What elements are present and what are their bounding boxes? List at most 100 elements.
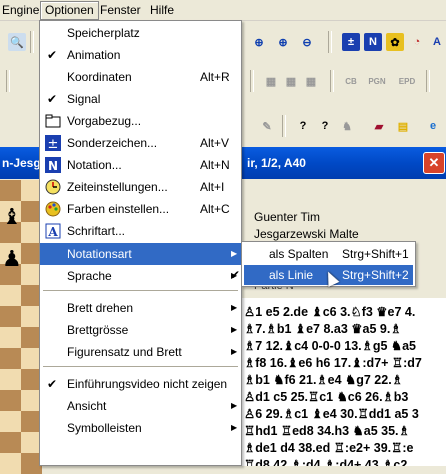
help-icon[interactable]: ?: [294, 117, 312, 135]
menu-item-label: Farben einstellen...: [67, 202, 170, 216]
menu-item-koordinaten[interactable]: Koordinaten Alt+R: [40, 66, 241, 88]
menu-fenster[interactable]: Fenster: [96, 2, 145, 18]
board-square[interactable]: [0, 285, 21, 306]
notation-line[interactable]: ♙6 29.♗c1 ♝e4 30.♖dd1 a5 3: [244, 406, 419, 421]
white-player-name: Guenter Tim: [254, 210, 321, 224]
menu-item-notationsart[interactable]: Notationsart ▶: [40, 243, 241, 265]
notation-line[interactable]: ♗b1 ♞f6 21.♗e4 ♞g7 22.♗: [244, 372, 403, 387]
notation-line[interactable]: ♖d8 42.♗:d4 ♗:d4+ 43.♗c2: [244, 457, 407, 466]
menu-item-shortcut: Alt+V: [200, 136, 230, 150]
book-icon[interactable]: ▰: [370, 117, 388, 135]
context-help-icon[interactable]: ?: [316, 117, 334, 135]
black-player-name: Jesgarzewski Malte: [254, 227, 359, 241]
notation-icon[interactable]: N: [364, 33, 382, 51]
menu-engine[interactable]: Engine: [0, 2, 43, 18]
submenu-arrow-icon: ▶: [231, 303, 238, 312]
menu-item-label: Signal: [67, 92, 101, 106]
menu-separator: [43, 290, 238, 291]
menu-item-sprache[interactable]: Sprache ▶: [40, 265, 241, 287]
menu-optionen[interactable]: Optionen: [40, 1, 99, 20]
board-square[interactable]: [0, 390, 21, 411]
menu-item-label: Brett drehen: [67, 301, 134, 315]
title-left: n-Jesg: [2, 156, 41, 170]
notation-line[interactable]: ♗7.♗b1 ♝e7 8.a3 ♛a5 9.♗: [244, 321, 402, 336]
note-icon[interactable]: ▤: [394, 117, 412, 135]
board-square[interactable]: [0, 327, 21, 348]
chess-board[interactable]: ♝ ♟: [0, 180, 42, 474]
clock-icon[interactable]: ◔: [408, 33, 426, 51]
submenu-item-als-spalten[interactable]: als Spalten Strg+Shift+1: [244, 244, 413, 264]
menu-hilfe[interactable]: Hilfe: [146, 2, 178, 18]
svg-text:N: N: [48, 159, 58, 173]
submenu-item-label: als Spalten: [269, 247, 329, 261]
zoom-out-icon[interactable]: ⊖: [298, 33, 316, 51]
special-chars-icon[interactable]: ±: [342, 33, 360, 51]
board-square[interactable]: [0, 180, 21, 201]
board-square[interactable]: [0, 411, 21, 432]
menu-item-label: Zeiteinstellungen...: [67, 180, 168, 194]
toolbar-separator: [30, 31, 34, 53]
menu-item-label: Vorgabezug...: [67, 114, 142, 128]
edit-icon[interactable]: ✎: [258, 117, 276, 135]
notation-line[interactable]: ♗f8 16.♝e6 h6 17.♝:d7+ ♖:d7: [244, 355, 422, 370]
black-pawn-piece[interactable]: ♟: [2, 248, 22, 270]
menu-item-label: Figurensatz und Brett: [67, 345, 182, 359]
menu-item-notation[interactable]: N Notation... Alt+N: [40, 154, 241, 176]
board-icon[interactable]: ▦: [282, 72, 300, 90]
submenu-arrow-icon: ▶: [231, 347, 238, 356]
menu-item-figurensatz[interactable]: Figurensatz und Brett ▶: [40, 341, 241, 363]
toolbar-separator: [328, 31, 332, 53]
board-icon[interactable]: ▦: [302, 72, 320, 90]
menu-item-speicherplatz[interactable]: Speicherplatz: [40, 22, 241, 44]
notation-line[interactable]: ♗7 12.♝c4 0-0-0 13.♗g5 ♞a5: [244, 338, 416, 353]
board-square[interactable]: [0, 432, 21, 453]
notation-line[interactable]: ♖hd1 ♖ed8 34.h3 ♞a5 35.♗: [244, 423, 410, 438]
menu-item-schriftart[interactable]: A Schriftart...: [40, 220, 241, 242]
board-square[interactable]: [0, 453, 21, 474]
notation-line[interactable]: ♗de1 d4 38.ed ♖:e2+ 39.♖:e: [244, 440, 413, 455]
palette-icon[interactable]: ✿: [386, 33, 404, 51]
board-square[interactable]: [0, 348, 21, 369]
menu-item-shortcut: Alt+C: [200, 202, 230, 216]
menu-item-animation[interactable]: ✔ Animation: [40, 44, 241, 66]
print-preview-icon[interactable]: 🔍: [8, 33, 26, 51]
font-icon[interactable]: A: [428, 33, 446, 51]
black-bishop-piece[interactable]: ♝: [2, 206, 22, 228]
close-icon[interactable]: ✕: [423, 152, 445, 174]
menu-item-label: Schriftart...: [67, 224, 126, 238]
browser-icon[interactable]: e: [424, 117, 442, 135]
optionen-dropdown-menu: Speicherplatz ✔ Animation Koordinaten Al…: [39, 20, 242, 466]
menu-item-einfuehrungsvideo[interactable]: ✔ Einführungsvideo nicht zeigen: [40, 373, 241, 395]
submenu-arrow-icon: ▶: [231, 249, 238, 258]
menu-item-sonderzeichen[interactable]: ± Sonderzeichen... Alt+V: [40, 132, 241, 154]
board-square[interactable]: [0, 306, 21, 327]
checkmark-icon: ✔: [230, 268, 241, 282]
notation-icon: N: [45, 157, 61, 173]
menu-item-ansicht[interactable]: Ansicht ▶: [40, 395, 241, 417]
notation-line[interactable]: ♙d1 c5 25.♖c1 ♞c6 26.♗b3: [244, 389, 408, 404]
menu-item-vorgabezug[interactable]: Vorgabezug...: [40, 110, 241, 132]
notation-pane[interactable]: ♙1 e5 2.de ♝c6 3.♘f3 ♛e7 4. ♗7.♗b1 ♝e7 8…: [242, 298, 446, 466]
notation-line[interactable]: ♙1 e5 2.de ♝c6 3.♘f3 ♛e7 4.: [244, 304, 415, 319]
menu-separator: [43, 366, 238, 367]
board-icon[interactable]: ▦: [262, 72, 280, 90]
menu-item-shortcut: Alt+R: [200, 70, 230, 84]
checkmark-icon: ✔: [47, 377, 58, 391]
menu-item-zeiteinstellungen[interactable]: Zeiteinstellungen... Alt+I: [40, 176, 241, 198]
submenu-item-shortcut: Strg+Shift+2: [342, 268, 409, 282]
menu-item-symbolleisten[interactable]: Symbolleisten ▶: [40, 417, 241, 439]
menu-item-label: Sonderzeichen...: [67, 136, 158, 150]
menu-item-farben-einstellen[interactable]: Farben einstellen... Alt+C: [40, 198, 241, 220]
knight-icon[interactable]: ♞: [338, 117, 356, 135]
zoom-fit-icon[interactable]: ⊕: [250, 33, 268, 51]
menu-item-brett-drehen[interactable]: Brett drehen ▶: [40, 297, 241, 319]
board-square[interactable]: [0, 369, 21, 390]
menu-item-brettgroesse[interactable]: Brettgrösse ▶: [40, 319, 241, 341]
pgn-icon[interactable]: PGN: [368, 72, 386, 90]
cb-icon[interactable]: CB: [342, 72, 360, 90]
menu-item-signal[interactable]: ✔ Signal: [40, 88, 241, 110]
toolbar-separator: [330, 70, 334, 92]
epd-icon[interactable]: EPD: [398, 72, 416, 90]
special-chars-icon: ±: [45, 135, 61, 151]
zoom-in-icon[interactable]: ⊕: [274, 33, 292, 51]
